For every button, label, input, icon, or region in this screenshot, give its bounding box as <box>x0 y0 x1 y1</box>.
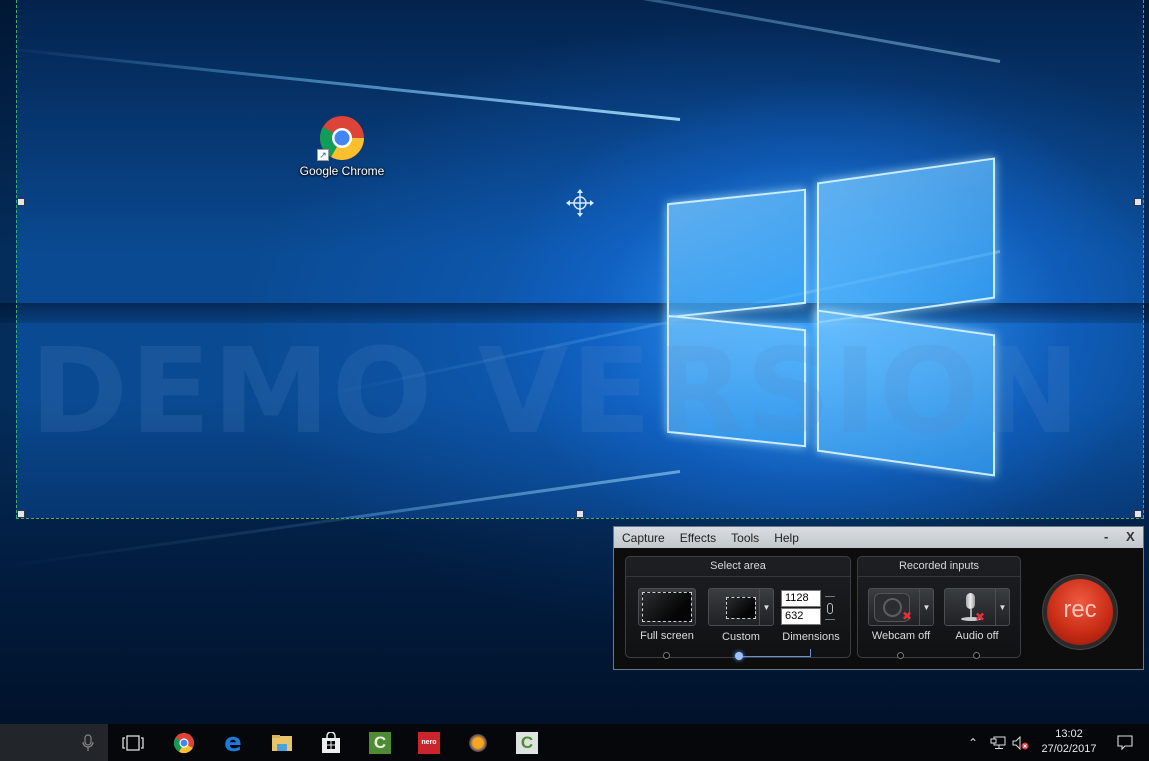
shortcut-label: Google Chrome <box>299 164 385 178</box>
dimensions-label: Dimensions <box>782 631 840 643</box>
menu-effects[interactable]: Effects <box>680 531 716 545</box>
app-icon <box>469 733 487 752</box>
full-screen-label: Full screen <box>640 630 694 642</box>
camtasia-icon: C <box>369 731 391 754</box>
custom-selected-indicator <box>735 652 743 660</box>
select-area-title: Select area <box>626 557 850 577</box>
menu-help[interactable]: Help <box>774 531 799 545</box>
store-icon <box>322 731 340 753</box>
microphone-icon[interactable] <box>82 734 94 752</box>
selected-connector-line <box>810 649 811 657</box>
menu-capture[interactable]: Capture <box>622 531 665 545</box>
resize-handle-bottom-right[interactable] <box>1134 510 1142 518</box>
recorded-inputs-group: Recorded inputs ✖ ▼ Webcam off ✖ ▼ Audio… <box>857 556 1021 659</box>
outside-selection-left <box>0 0 16 724</box>
taskbar-camtasia-recorder[interactable]: C <box>507 724 547 761</box>
custom-dropdown-arrow[interactable]: ▼ <box>759 589 773 625</box>
system-clock[interactable]: 13:02 27/02/2017 <box>1034 727 1104 757</box>
rec-button[interactable]: rec <box>1047 579 1113 645</box>
resize-handle-bottom-left[interactable] <box>17 510 25 518</box>
cortana-search-box[interactable] <box>0 724 108 761</box>
notification-icon <box>1117 734 1133 750</box>
shortcut-arrow-icon: ↗ <box>317 149 329 161</box>
audio-button[interactable]: ✖ ▼ <box>944 588 1010 626</box>
minimize-button[interactable]: - <box>1104 529 1108 544</box>
light-beam <box>113 0 1001 63</box>
custom-area-icon <box>726 597 756 619</box>
select-area-group: Select area Full screen ▼ Custom 1128 63… <box>625 556 851 660</box>
taskbar: e C nero C ⌃ 13:02 27/02/2017 <box>0 724 1149 761</box>
height-input[interactable]: 632 <box>781 608 821 625</box>
resize-handle-right[interactable] <box>1134 198 1142 206</box>
show-hidden-icons-button[interactable]: ⌃ <box>962 724 984 761</box>
windows-logo-pane <box>667 188 806 319</box>
taskbar-app[interactable] <box>458 724 498 761</box>
chrome-icon <box>173 732 195 753</box>
close-button[interactable]: X <box>1126 529 1135 544</box>
resize-handle-bottom[interactable] <box>576 510 584 518</box>
disabled-x-icon: ✖ <box>902 609 913 623</box>
webcam-off-label: Webcam off <box>871 630 931 642</box>
shadow-band <box>0 303 1149 323</box>
webcam-button[interactable]: ✖ ▼ <box>868 588 934 626</box>
desktop-shortcut-google-chrome[interactable]: ↗ Google Chrome <box>296 114 388 178</box>
full-screen-button[interactable] <box>638 588 696 626</box>
taskbar-edge[interactable]: e <box>213 724 253 761</box>
selection-border-left[interactable] <box>16 0 17 518</box>
full-screen-indicator <box>663 652 670 659</box>
task-view-button[interactable] <box>113 724 153 761</box>
menu-tools[interactable]: Tools <box>731 531 759 545</box>
webcam-dropdown-arrow[interactable]: ▼ <box>919 589 933 625</box>
audio-indicator <box>973 652 980 659</box>
clock-time: 13:02 <box>1055 728 1083 740</box>
clock-date: 27/02/2017 <box>1041 743 1097 755</box>
windows-logo-pane <box>817 157 995 324</box>
demo-watermark: DEMO VERSION <box>30 322 1083 460</box>
full-screen-icon <box>642 592 692 622</box>
custom-button[interactable]: ▼ <box>708 588 774 626</box>
taskbar-camtasia[interactable]: C <box>360 724 400 761</box>
selected-connector-line <box>743 656 811 657</box>
desktop: DEMO VERSION ↗ Google Chrome Capture Eff… <box>0 0 1149 724</box>
recorder-window: Capture Effects Tools Help - X Select ar… <box>613 526 1144 670</box>
width-input[interactable]: 1128 <box>781 590 821 607</box>
taskbar-nero[interactable]: nero <box>409 724 449 761</box>
move-crosshair-icon[interactable] <box>566 189 594 217</box>
volume-muted-icon <box>1012 735 1029 750</box>
light-beam <box>3 46 681 121</box>
webcam-icon: ✖ <box>874 593 913 623</box>
task-view-icon <box>122 734 144 751</box>
network-button[interactable] <box>987 724 1009 761</box>
edge-icon: e <box>224 727 242 758</box>
custom-label: Custom <box>722 631 760 643</box>
network-icon <box>990 736 1006 749</box>
lock-aspect-icon[interactable] <box>825 596 835 620</box>
folder-icon <box>272 734 292 751</box>
recorded-inputs-title: Recorded inputs <box>858 557 1020 577</box>
audio-dropdown-arrow[interactable]: ▼ <box>995 589 1009 625</box>
action-center-button[interactable] <box>1110 724 1140 761</box>
webcam-indicator <box>897 652 904 659</box>
disabled-x-icon: ✖ <box>975 610 986 624</box>
taskbar-file-explorer[interactable] <box>262 724 302 761</box>
resize-handle-left[interactable] <box>17 198 25 206</box>
taskbar-chrome[interactable] <box>164 724 204 761</box>
nero-icon: nero <box>418 731 440 754</box>
taskbar-store[interactable] <box>311 724 351 761</box>
selection-border-bottom[interactable] <box>16 518 1144 519</box>
microphone-icon: ✖ <box>959 593 986 624</box>
camtasia-recorder-icon: C <box>516 731 538 754</box>
selection-border-right[interactable] <box>1143 0 1144 518</box>
volume-button[interactable] <box>1010 724 1032 761</box>
outside-selection-right <box>1144 0 1149 724</box>
recorder-menubar: Capture Effects Tools Help - X <box>614 527 1143 548</box>
audio-off-label: Audio off <box>955 630 999 642</box>
